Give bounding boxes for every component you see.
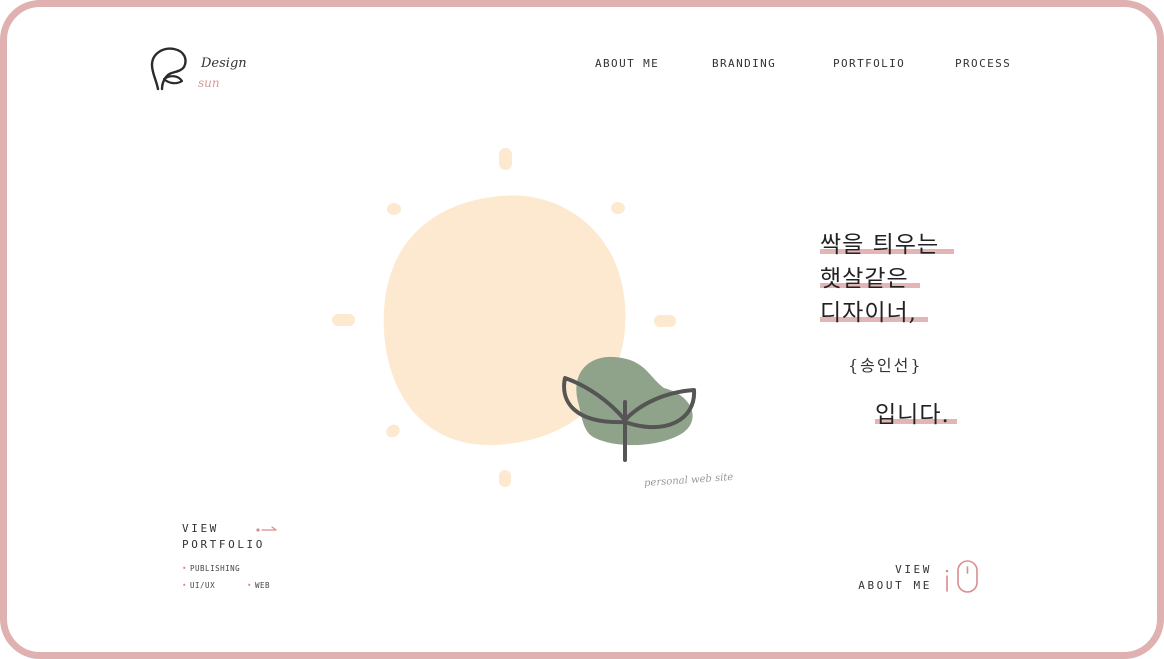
- view-about-line1: VIEW: [895, 563, 932, 576]
- view-portfolio-line1: VIEW: [182, 522, 219, 535]
- designer-name: {송인선}: [848, 356, 923, 375]
- arrow-right-icon: [256, 526, 277, 532]
- headline-line-2: 햇살같은: [820, 262, 939, 296]
- hero-illustration: [332, 148, 697, 487]
- headline-line-1: 싹을 틔우는: [820, 228, 954, 262]
- nav-item-branding[interactable]: BRANDING: [712, 57, 776, 70]
- view-about-me-link[interactable]: VIEW ABOUT ME: [858, 562, 932, 594]
- nav-item-about-me[interactable]: ABOUT ME: [595, 57, 659, 70]
- headline: 싹을 틔우는 햇살같은 디자이너,: [820, 228, 954, 330]
- sprout-illustration: [562, 356, 697, 462]
- tag-publishing[interactable]: • PUBLISHING: [182, 564, 240, 573]
- headline-line-4: 입니다.: [875, 398, 957, 432]
- tag-web[interactable]: • WEB: [247, 581, 270, 590]
- bullet-dot-icon: •: [247, 581, 253, 590]
- bullet-dot-icon: •: [182, 581, 188, 590]
- logo-text-sun: sun: [198, 76, 220, 90]
- view-about-line2: ABOUT ME: [858, 579, 932, 592]
- bullet-dot-icon: •: [182, 564, 188, 573]
- view-portfolio-link[interactable]: VIEW PORTFOLIO: [182, 521, 277, 553]
- tag-ui-ux[interactable]: • UI/UX: [182, 581, 215, 590]
- headline-line-3: 디자이너,: [820, 296, 939, 330]
- main-nav: ABOUT ME BRANDING PORTFOLIO PROCESS: [0, 57, 1164, 73]
- headline-line-4-wrap: 입니다.: [875, 398, 957, 432]
- nav-item-process[interactable]: PROCESS: [955, 57, 1011, 70]
- nav-item-portfolio[interactable]: PORTFOLIO: [833, 57, 905, 70]
- scroll-mouse-icon[interactable]: [944, 560, 982, 596]
- view-portfolio-line2: PORTFOLIO: [182, 538, 266, 551]
